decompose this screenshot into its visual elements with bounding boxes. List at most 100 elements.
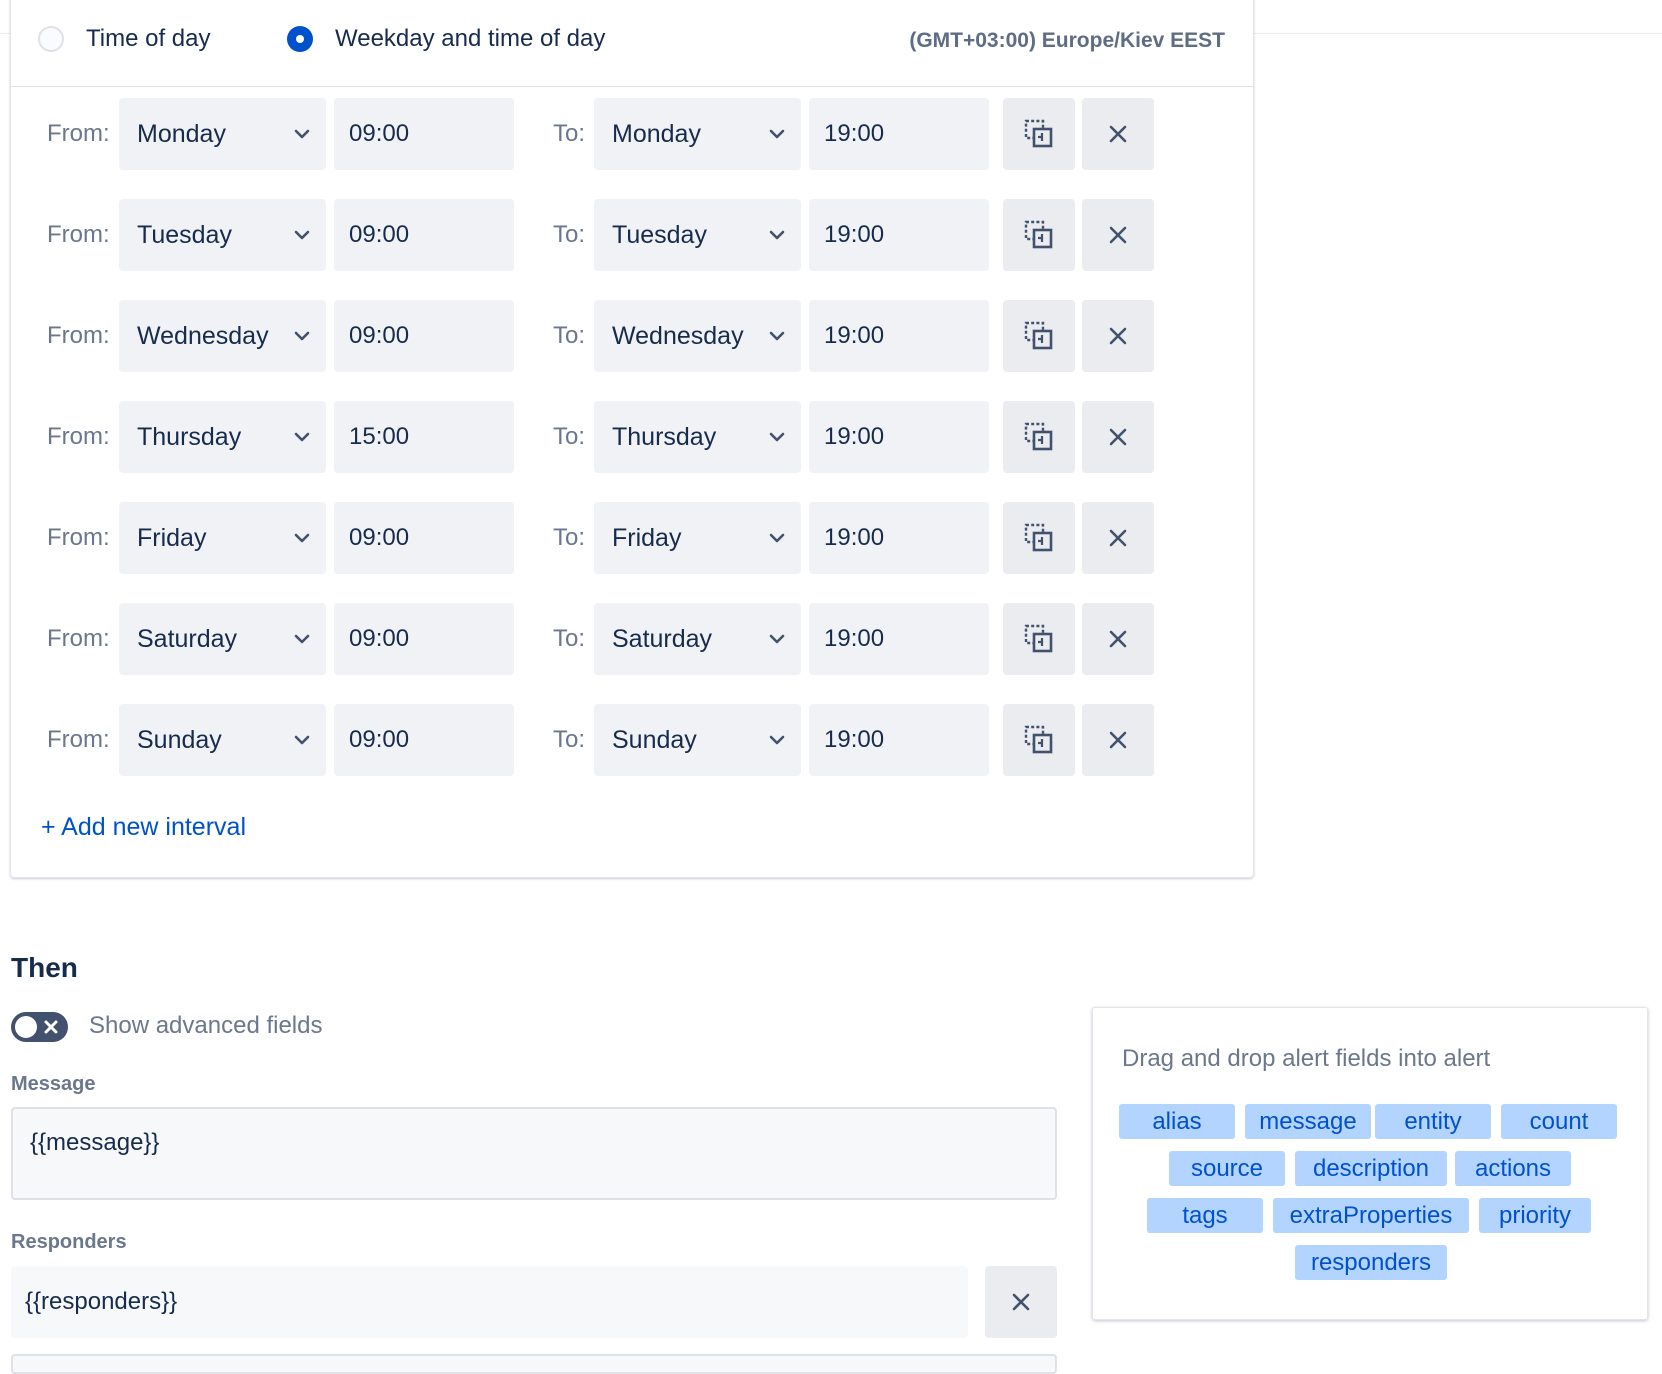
duplicate-interval-button[interactable] bbox=[1003, 98, 1075, 170]
to-day-value: Friday bbox=[612, 524, 682, 552]
from-day-value: Tuesday bbox=[137, 221, 232, 249]
duplicate-interval-button[interactable] bbox=[1003, 300, 1075, 372]
duplicate-icon bbox=[1024, 119, 1053, 148]
duplicate-interval-button[interactable] bbox=[1003, 502, 1075, 574]
radio-weekday-time-of-day[interactable]: Weekday and time of day bbox=[287, 25, 605, 53]
from-label: From: bbox=[47, 423, 110, 450]
to-time-input[interactable]: 19:00 bbox=[809, 199, 989, 271]
then-heading: Then bbox=[11, 952, 78, 983]
duplicate-icon bbox=[1024, 523, 1053, 552]
alert-field-chip[interactable]: tags bbox=[1147, 1198, 1263, 1233]
to-day-select[interactable]: Friday bbox=[594, 502, 801, 574]
radio-button-unchecked[interactable] bbox=[38, 26, 64, 52]
to-day-value: Thursday bbox=[612, 423, 717, 451]
add-new-interval-link[interactable]: + Add new interval bbox=[41, 813, 246, 842]
alert-field-chip[interactable]: extraProperties bbox=[1273, 1198, 1469, 1233]
alert-field-chip[interactable]: count bbox=[1501, 1104, 1617, 1139]
message-input[interactable]: {{message}} bbox=[11, 1107, 1057, 1200]
close-icon bbox=[1109, 226, 1127, 244]
remove-interval-button[interactable] bbox=[1082, 199, 1154, 271]
advanced-fields-toggle[interactable] bbox=[11, 1012, 68, 1042]
message-label: Message bbox=[11, 1073, 96, 1095]
alert-field-chip[interactable]: entity bbox=[1375, 1104, 1491, 1139]
chevron-down-icon bbox=[769, 230, 785, 240]
chevron-down-icon bbox=[769, 735, 785, 745]
from-time-input[interactable]: 09:00 bbox=[334, 704, 514, 776]
close-icon bbox=[1109, 428, 1127, 446]
from-time-input[interactable]: 09:00 bbox=[334, 300, 514, 372]
duplicate-interval-button[interactable] bbox=[1003, 603, 1075, 675]
from-day-select[interactable]: Monday bbox=[119, 98, 326, 170]
to-day-select[interactable]: Thursday bbox=[594, 401, 801, 473]
duplicate-icon bbox=[1024, 422, 1053, 451]
from-time-input[interactable]: 09:00 bbox=[334, 98, 514, 170]
from-day-select[interactable]: Wednesday bbox=[119, 300, 326, 372]
interval-row: From: Friday 09:00 To: Friday 19:00 bbox=[11, 502, 1253, 574]
alert-field-chip[interactable]: message bbox=[1245, 1104, 1371, 1139]
from-day-value: Sunday bbox=[137, 726, 222, 754]
next-field-partial[interactable] bbox=[11, 1354, 1057, 1374]
interval-row: From: Saturday 09:00 To: Saturday 19:00 bbox=[11, 603, 1253, 675]
from-day-select[interactable]: Sunday bbox=[119, 704, 326, 776]
radio-button-checked[interactable] bbox=[287, 26, 313, 52]
remove-interval-button[interactable] bbox=[1082, 603, 1154, 675]
to-time-input[interactable]: 19:00 bbox=[809, 98, 989, 170]
to-day-select[interactable]: Sunday bbox=[594, 704, 801, 776]
from-day-select[interactable]: Saturday bbox=[119, 603, 326, 675]
to-time-input[interactable]: 19:00 bbox=[809, 603, 989, 675]
chevron-down-icon bbox=[294, 129, 310, 139]
close-icon bbox=[1109, 630, 1127, 648]
alert-field-chip[interactable]: source bbox=[1169, 1151, 1285, 1186]
from-time-input[interactable]: 15:00 bbox=[334, 401, 514, 473]
remove-interval-button[interactable] bbox=[1082, 300, 1154, 372]
responders-input[interactable]: {{responders}} bbox=[11, 1266, 968, 1338]
to-day-select[interactable]: Tuesday bbox=[594, 199, 801, 271]
close-icon bbox=[1109, 125, 1127, 143]
to-day-select[interactable]: Monday bbox=[594, 98, 801, 170]
chevron-down-icon bbox=[294, 533, 310, 543]
alert-field-chip[interactable]: alias bbox=[1119, 1104, 1235, 1139]
to-time-input[interactable]: 19:00 bbox=[809, 300, 989, 372]
alert-fields-panel: Drag and drop alert fields into alert al… bbox=[1092, 1007, 1648, 1320]
duplicate-interval-button[interactable] bbox=[1003, 704, 1075, 776]
clear-responders-button[interactable] bbox=[985, 1266, 1057, 1338]
to-day-value: Wednesday bbox=[612, 322, 744, 350]
remove-interval-button[interactable] bbox=[1082, 98, 1154, 170]
from-time-input[interactable]: 09:00 bbox=[334, 199, 514, 271]
to-label: To: bbox=[553, 625, 586, 652]
radio-label: Weekday and time of day bbox=[335, 25, 606, 52]
from-day-value: Monday bbox=[137, 120, 226, 148]
duplicate-interval-button[interactable] bbox=[1003, 401, 1075, 473]
from-day-select[interactable]: Friday bbox=[119, 502, 326, 574]
chevron-down-icon bbox=[769, 331, 785, 341]
to-day-select[interactable]: Wednesday bbox=[594, 300, 801, 372]
radio-time-of-day[interactable]: Time of day bbox=[38, 25, 211, 53]
alert-field-chip[interactable]: responders bbox=[1295, 1245, 1447, 1280]
to-time-input[interactable]: 19:00 bbox=[809, 502, 989, 574]
from-label: From: bbox=[47, 524, 110, 551]
remove-interval-button[interactable] bbox=[1082, 401, 1154, 473]
to-time-input[interactable]: 19:00 bbox=[809, 704, 989, 776]
to-label: To: bbox=[553, 322, 586, 349]
remove-interval-button[interactable] bbox=[1082, 704, 1154, 776]
from-day-value: Thursday bbox=[137, 423, 242, 451]
from-day-select[interactable]: Tuesday bbox=[119, 199, 326, 271]
to-label: To: bbox=[553, 120, 586, 147]
chevron-down-icon bbox=[769, 533, 785, 543]
remove-interval-button[interactable] bbox=[1082, 502, 1154, 574]
responders-label: Responders bbox=[11, 1231, 127, 1253]
interval-row: From: Tuesday 09:00 To: Tuesday 19:00 bbox=[11, 199, 1253, 271]
duplicate-interval-button[interactable] bbox=[1003, 199, 1075, 271]
from-time-input[interactable]: 09:00 bbox=[334, 502, 514, 574]
chevron-down-icon bbox=[294, 432, 310, 442]
to-day-value: Monday bbox=[612, 120, 701, 148]
alert-field-chip[interactable]: description bbox=[1295, 1151, 1447, 1186]
close-icon bbox=[1109, 327, 1127, 345]
alert-field-chip[interactable]: priority bbox=[1479, 1198, 1591, 1233]
to-time-input[interactable]: 19:00 bbox=[809, 401, 989, 473]
to-day-select[interactable]: Saturday bbox=[594, 603, 801, 675]
chevron-down-icon bbox=[769, 634, 785, 644]
from-day-select[interactable]: Thursday bbox=[119, 401, 326, 473]
alert-field-chip[interactable]: actions bbox=[1455, 1151, 1571, 1186]
from-time-input[interactable]: 09:00 bbox=[334, 603, 514, 675]
